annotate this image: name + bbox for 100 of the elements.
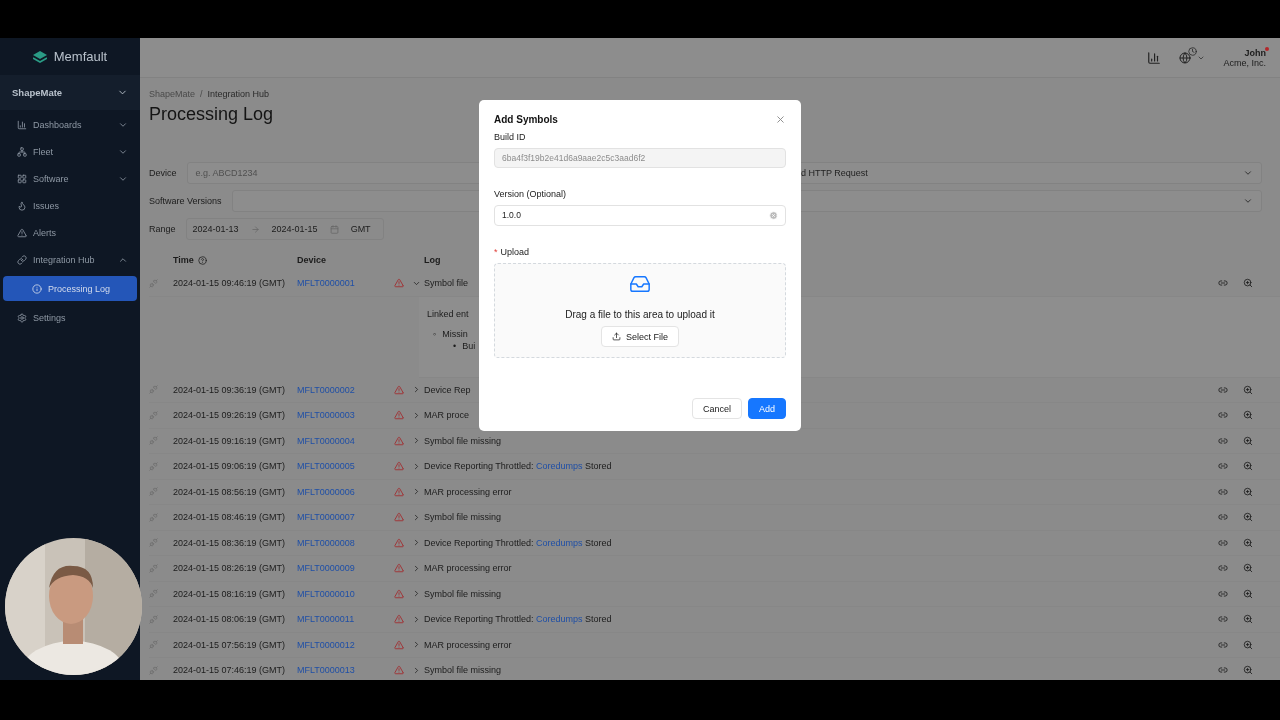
chevron-right-icon[interactable] — [412, 589, 421, 599]
network-icon — [17, 146, 27, 157]
link-icon[interactable] — [1218, 278, 1228, 289]
field-label: Build ID — [494, 132, 526, 142]
chevron-right-icon[interactable] — [412, 665, 421, 675]
zoom-in-icon[interactable] — [1243, 384, 1253, 395]
link-icon[interactable] — [1218, 461, 1228, 472]
device-link[interactable]: MFLT0000009 — [297, 563, 394, 574]
zoom-in-icon[interactable] — [1243, 563, 1253, 574]
chevron-right-icon[interactable] — [412, 640, 421, 650]
link-icon[interactable] — [1218, 512, 1228, 523]
log-link[interactable]: Coredumps — [535, 614, 583, 625]
zoom-in-icon[interactable] — [1243, 614, 1253, 625]
device-link[interactable]: MFLT0000005 — [297, 461, 394, 472]
sidebar-item[interactable]: Software — [0, 165, 140, 192]
warning-icon — [394, 410, 404, 421]
chevron-right-icon[interactable] — [412, 385, 421, 395]
time-cell-text: 2024-01-15 08:56:19 (GMT) — [173, 486, 287, 497]
list-marker: • — [453, 340, 457, 351]
sidebar-item[interactable]: Integration Hub — [0, 246, 140, 273]
device-link[interactable]: MFLT0000007 — [297, 512, 394, 523]
device-link[interactable]: MFLT0000001 — [297, 278, 394, 289]
zoom-in-icon[interactable] — [1243, 278, 1253, 289]
details-item: Bui — [462, 340, 476, 351]
chevron-right-icon[interactable] — [412, 563, 421, 573]
zoom-in-icon[interactable] — [1243, 410, 1253, 421]
upload-dropzone[interactable]: Drag a file to this area to upload it Select File — [494, 262, 786, 358]
zoom-in-icon[interactable] — [1243, 486, 1253, 497]
dialog-title: Add Symbols — [494, 114, 558, 125]
select-file-button[interactable]: Select File — [601, 326, 679, 348]
device-link[interactable]: MFLT0000006 — [297, 486, 394, 497]
breadcrumb-current: Integration Hub — [207, 89, 270, 99]
date-range-field[interactable]: 2024-01-13 2024-01-15 GMT — [185, 218, 384, 240]
chevron-right-icon[interactable] — [412, 461, 421, 471]
link-icon — [17, 254, 27, 265]
breadcrumb-link[interactable]: ShapeMate — [149, 89, 196, 99]
version-field[interactable]: 1.0.0 — [494, 205, 786, 226]
sidebar-item[interactable]: Alerts — [0, 219, 140, 246]
log-text: MAR proce — [424, 410, 469, 421]
link-icon[interactable] — [1218, 665, 1228, 676]
device-link[interactable]: MFLT0000010 — [297, 588, 394, 599]
column-header: Log — [424, 255, 441, 265]
clear-icon[interactable] — [769, 210, 778, 220]
triangle-icon — [17, 227, 27, 238]
link-icon[interactable] — [1218, 537, 1228, 548]
time-cell-text: 2024-01-15 09:16:19 (GMT) — [173, 435, 287, 446]
cancel-button[interactable]: Cancel — [691, 398, 742, 419]
link-icon[interactable] — [1218, 410, 1228, 421]
zoom-in-icon[interactable] — [1243, 537, 1253, 548]
close-icon[interactable] — [775, 114, 786, 125]
log-text: Symbol file — [424, 278, 468, 289]
info-icon — [32, 283, 42, 294]
log-link[interactable]: Coredumps — [535, 537, 583, 548]
chevron-right-icon[interactable] — [412, 538, 421, 548]
device-link[interactable]: MFLT0000003 — [297, 410, 394, 421]
sidebar-item[interactable]: Dashboards — [0, 111, 140, 138]
user-menu[interactable]: John Acme, Inc. — [1223, 47, 1266, 68]
warning-icon — [394, 512, 404, 523]
zoom-in-icon[interactable] — [1243, 588, 1253, 599]
chevron-right-icon[interactable] — [412, 614, 421, 624]
device-link[interactable]: MFLT0000004 — [297, 435, 394, 446]
device-link[interactable]: MFLT0000002 — [297, 384, 394, 395]
device-link[interactable]: MFLT0000012 — [297, 639, 394, 650]
link-icon[interactable] — [1218, 384, 1228, 395]
warning-icon — [394, 639, 404, 650]
logo-text: Memfault — [53, 49, 108, 64]
log-link[interactable]: Coredumps — [535, 461, 583, 472]
link-icon[interactable] — [1218, 486, 1228, 497]
upload-hint: Drag a file to this area to upload it — [565, 309, 715, 321]
link-icon[interactable] — [1218, 614, 1228, 625]
field-label: Range — [149, 224, 176, 234]
sidebar-item[interactable]: Issues — [0, 192, 140, 219]
zoom-in-icon[interactable] — [1243, 512, 1253, 523]
breadcrumb-separator: / — [200, 89, 203, 99]
link-icon[interactable] — [1218, 639, 1228, 650]
plug-icon — [149, 278, 158, 288]
chevron-right-icon[interactable] — [412, 436, 421, 446]
chevron-right-icon[interactable] — [412, 410, 421, 420]
device-link[interactable]: MFLT0000013 — [297, 665, 394, 676]
time-cell-text: 2024-01-15 08:46:19 (GMT) — [173, 512, 287, 523]
sidebar-item[interactable]: Fleet — [0, 138, 140, 165]
sidebar-item[interactable]: Settings — [0, 304, 140, 331]
zoom-in-icon[interactable] — [1243, 665, 1253, 676]
chevron-right-icon[interactable] — [412, 512, 421, 522]
zoom-in-icon[interactable] — [1243, 435, 1253, 446]
link-icon[interactable] — [1218, 435, 1228, 446]
sidebar-item[interactable]: Processing Log — [3, 276, 137, 301]
log-text: Symbol file missing — [424, 512, 502, 523]
required-mark: * — [494, 246, 498, 257]
device-link[interactable]: MFLT0000008 — [297, 537, 394, 548]
chevron-right-icon[interactable] — [412, 487, 421, 497]
zoom-in-icon[interactable] — [1243, 461, 1253, 472]
project-selector[interactable]: ShapeMate — [0, 75, 140, 110]
device-link[interactable]: MFLT0000011 — [297, 614, 394, 625]
zoom-in-icon[interactable] — [1243, 639, 1253, 650]
chart-icon[interactable] — [1147, 50, 1162, 65]
link-icon[interactable] — [1218, 588, 1228, 599]
link-icon[interactable] — [1218, 563, 1228, 574]
add-button[interactable]: Add — [748, 398, 786, 419]
log-text: Device Reporting Throttled: Coredumps Stored — [424, 537, 612, 548]
